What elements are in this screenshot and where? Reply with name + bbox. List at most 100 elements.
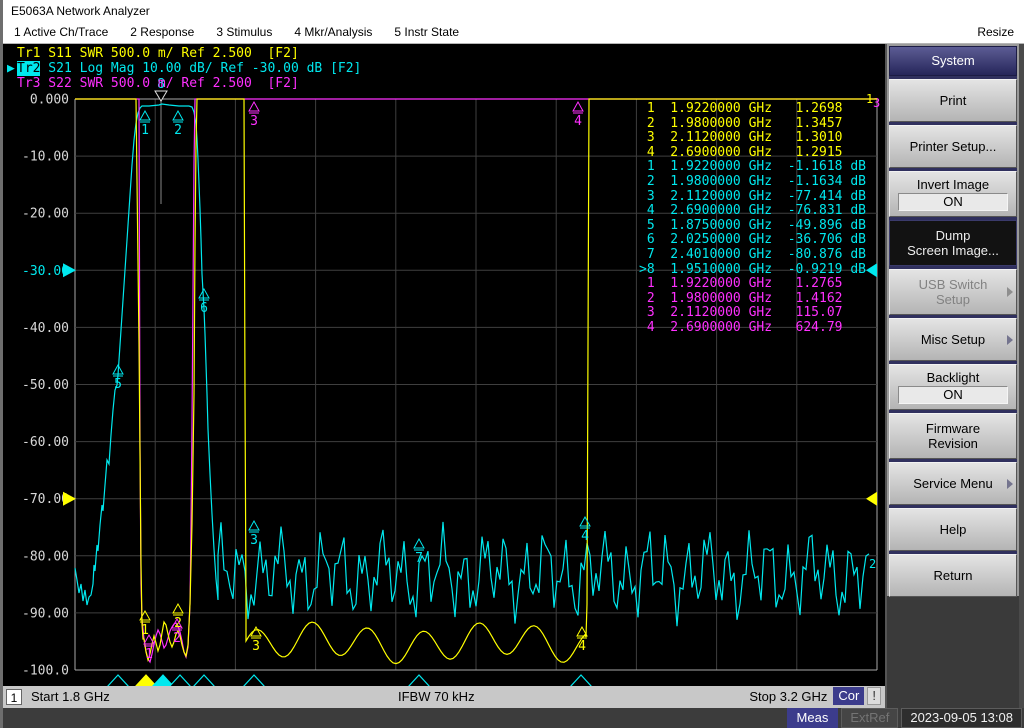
warning-badge: ! xyxy=(867,687,881,705)
marker-number-label: 1 xyxy=(141,623,149,638)
softkey-return[interactable]: Return xyxy=(889,554,1017,597)
softkey-dump-screen-image[interactable]: Dump Screen Image... xyxy=(889,220,1017,266)
analyzer-window: E5063A Network Analyzer 1 Active Ch/Trac… xyxy=(0,0,1024,728)
softkey-print[interactable]: Print xyxy=(889,79,1017,122)
softkey-label: Service Menu xyxy=(913,476,993,491)
marker-number-label: 4 xyxy=(581,529,589,544)
trace-name: Tr2 xyxy=(17,61,41,76)
softkey-label: Setup xyxy=(936,292,970,307)
y-axis-label: -20.00 xyxy=(22,207,69,222)
trace-definitions: Tr1 S11 SWR 500.0 m/ Ref 2.500 [F2] ▶ Tr2 … xyxy=(7,46,361,91)
datetime-display: 2023-09-05 13:08 xyxy=(901,708,1022,728)
softkey-buttons: System Print Printer Setup... Invert Image O… xyxy=(889,46,1017,597)
softkey-label: Printer Setup... xyxy=(909,139,997,154)
softkey-backlight[interactable]: Backlight ON xyxy=(889,364,1017,410)
softkey-panel-strip xyxy=(1019,44,1024,708)
marker-number-label: 1 xyxy=(145,647,153,662)
softkey-label: Firmware xyxy=(925,421,981,436)
marker-row: 1 1.9220000 GHz 1.2765 xyxy=(639,276,843,292)
y-axis-label: -90.00 xyxy=(22,606,69,621)
menu-item-1[interactable]: 1 Active Ch/Trace xyxy=(3,22,119,42)
marker-number-label: 1 xyxy=(141,123,149,138)
window-title: E5063A Network Analyzer xyxy=(3,0,1024,22)
marker-row: 5 1.8750000 GHz -49.896 dB xyxy=(639,217,866,233)
trace-def-tr3[interactable]: Tr3 S22 SWR 500.0 m/ Ref 2.500 [F2] xyxy=(7,76,361,91)
softkey-service-menu[interactable]: Service Menu xyxy=(889,462,1017,505)
trace-end-label: 1 xyxy=(866,92,873,106)
stimulus-marker-triangle xyxy=(408,674,430,686)
submenu-arrow-icon xyxy=(1007,334,1013,345)
marker-row: 4 2.6900000 GHz -76.831 dB xyxy=(639,203,866,219)
ifbw-value: IFBW 70 kHz xyxy=(398,689,475,704)
stimulus-marker-triangle xyxy=(169,674,191,686)
marker-number-label: 2 xyxy=(174,616,182,631)
softkey-label: USB Switch xyxy=(918,277,988,292)
channel-number: 1 xyxy=(6,689,22,705)
marker-row: 7 2.4010000 GHz -80.876 dB xyxy=(639,246,866,262)
y-axis-label: -40.00 xyxy=(22,321,69,336)
marker-number-label: 4 xyxy=(574,114,582,129)
ref-level-arrow-left xyxy=(63,263,76,278)
softkey-label: Invert Image xyxy=(916,177,990,192)
trace-end-label: 2 xyxy=(869,557,876,571)
marker-number-label: 3 xyxy=(250,533,258,548)
marker-flag-icon xyxy=(198,287,210,299)
marker-row: 3 2.1120000 GHz -77.414 dB xyxy=(639,188,866,204)
stimulus-marker-triangle xyxy=(243,674,265,686)
softkey-invert-image[interactable]: Invert Image ON xyxy=(889,171,1017,217)
marker-flag-icon xyxy=(172,109,184,121)
softkey-state-value: ON xyxy=(898,193,1008,211)
marker-row: >8 1.9510000 GHz -0.9219 dB xyxy=(639,261,866,277)
softkey-help[interactable]: Help xyxy=(889,508,1017,551)
marker-number-label: 3 xyxy=(252,639,260,654)
ref-level-arrow-right xyxy=(866,263,877,278)
y-axis-label: -50.00 xyxy=(22,378,69,393)
softkey-label: Misc Setup xyxy=(920,332,986,347)
menu-item-3[interactable]: 3 Stimulus xyxy=(205,22,283,42)
trace-def-tr2[interactable]: ▶ Tr2 S21 Log Mag 10.00 dB/ Ref -30.00 dB… xyxy=(7,61,361,76)
softkey-label: Return xyxy=(933,568,973,583)
menu-item-5[interactable]: 5 Instr State xyxy=(383,22,470,42)
menu-item-4[interactable]: 4 Mkr/Analysis xyxy=(283,22,383,42)
softkey-misc-setup[interactable]: Misc Setup xyxy=(889,318,1017,361)
marker-row: 1 1.9220000 GHz -1.1618 dB xyxy=(639,159,866,175)
ref-level-arrow-right xyxy=(866,491,877,506)
softkey-panel: System Print Printer Setup... Invert Image O… xyxy=(885,44,1024,708)
marker-row: 1 1.9220000 GHz 1.2698 xyxy=(639,101,843,116)
y-axis-label: 0.000 xyxy=(30,93,69,108)
marker-flag-icon xyxy=(413,537,425,549)
y-axis-label: -30.00 xyxy=(22,264,69,279)
submenu-arrow-icon xyxy=(1007,478,1013,489)
softkey-label: Dump xyxy=(935,228,971,243)
softkey-label: Screen Image... xyxy=(907,243,999,258)
trace-params: S21 Log Mag 10.00 dB/ Ref -30.00 dB [F2] xyxy=(40,61,362,76)
softkey-label: Backlight xyxy=(926,370,980,385)
marker-row: 4 2.6900000 GHz 1.2915 xyxy=(639,144,843,160)
submenu-arrow-icon xyxy=(1007,287,1013,297)
marker-row: 6 2.0250000 GHz -36.706 dB xyxy=(639,232,866,248)
trace-arrow-spacer xyxy=(7,46,17,61)
marker-row: 2 1.9800000 GHz 1.3457 xyxy=(639,115,843,131)
softkey-state-value: ON xyxy=(898,386,1008,404)
footer-bar: Meas ExtRef 2023-09-05 13:08 xyxy=(3,708,1024,728)
marker-number-label: 5 xyxy=(114,377,122,392)
active-trace-arrow-icon: ▶ xyxy=(7,61,15,76)
correction-badge: Cor xyxy=(833,687,865,705)
marker-row: 3 2.1120000 GHz 1.3010 xyxy=(639,130,843,146)
marker-flag-icon xyxy=(248,100,260,112)
stimulus-marker-triangle xyxy=(107,674,129,686)
extref-status-badge: ExtRef xyxy=(841,708,899,728)
y-axis-label: -100.0 xyxy=(22,664,69,679)
resize-button[interactable]: Resize xyxy=(977,22,1014,42)
softkey-firmware-revision[interactable]: Firmware Revision xyxy=(889,413,1017,459)
softkey-printer-setup[interactable]: Printer Setup... xyxy=(889,125,1017,168)
trace-params: S11 SWR 500.0 m/ Ref 2.500 [F2] xyxy=(40,46,299,61)
marker-number-label: 6 xyxy=(200,301,208,316)
marker-number-label: 3 xyxy=(250,114,258,129)
stimulus-marker-triangle xyxy=(570,674,592,686)
menu-item-2[interactable]: 2 Response xyxy=(119,22,205,42)
marker-row: 2 1.9800000 GHz -1.1634 dB xyxy=(639,173,866,189)
y-axis-label: -60.00 xyxy=(22,435,69,450)
trace-params: S22 SWR 500.0 m/ Ref 2.500 [F2] xyxy=(40,76,299,91)
trace-def-tr1[interactable]: Tr1 S11 SWR 500.0 m/ Ref 2.500 [F2] xyxy=(7,46,361,61)
